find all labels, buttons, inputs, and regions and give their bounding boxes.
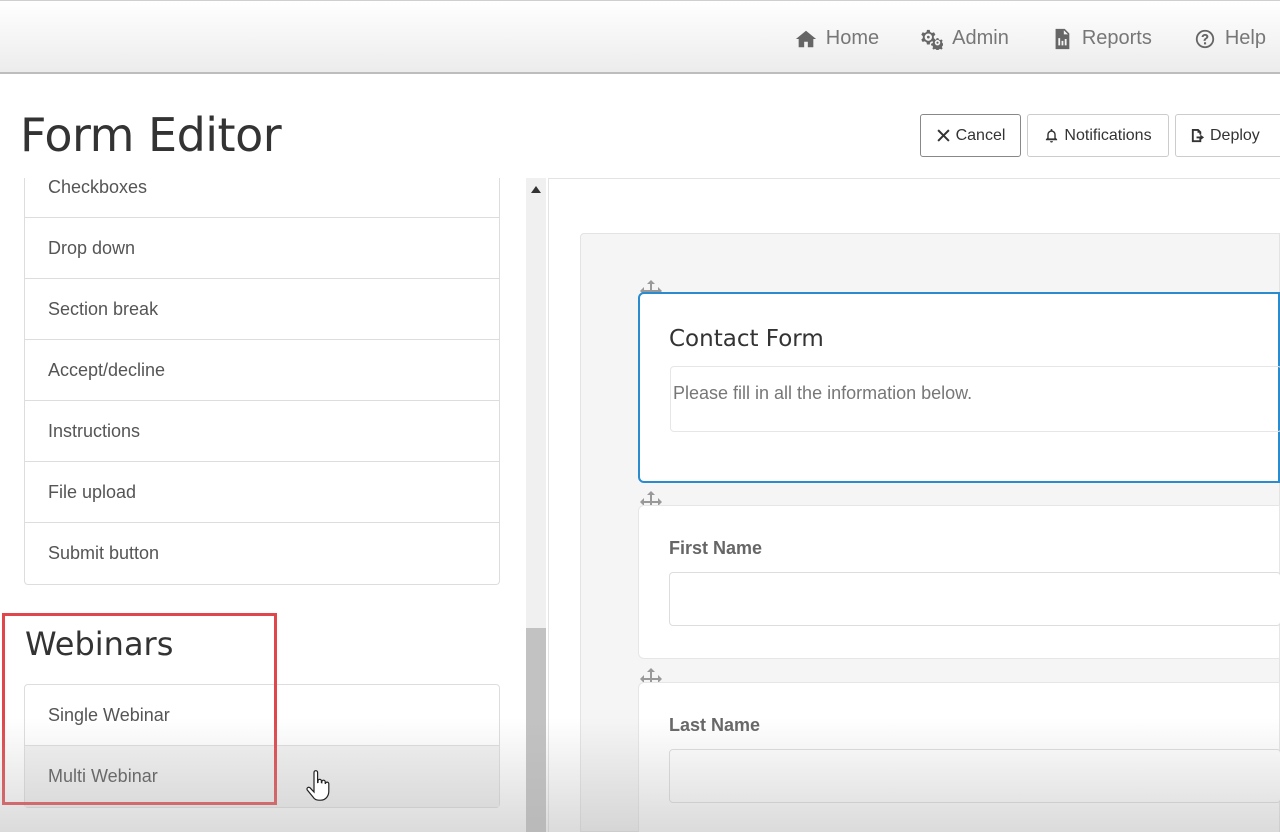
webinars-list: Single Webinar Multi Webinar xyxy=(24,684,500,808)
last-name-label: Last Name xyxy=(669,715,761,735)
nav-help-label: Help xyxy=(1224,27,1266,49)
last-name-input[interactable] xyxy=(669,749,1280,803)
last-name-field-block[interactable]: Last Name xyxy=(638,682,1280,832)
basic-fields-list: Checkboxes Drop down Section break Accep… xyxy=(24,178,500,585)
page-title: Form Editor xyxy=(20,108,282,162)
palette-item-accept-decline[interactable]: Accept/decline xyxy=(25,340,499,401)
action-toolbar: Cancel Notifications Deploy xyxy=(920,114,1280,157)
scroll-up-arrow-icon[interactable] xyxy=(531,186,541,193)
first-name-label: First Name xyxy=(669,538,763,558)
report-file-icon xyxy=(1055,28,1070,49)
nav-home[interactable]: Home xyxy=(795,27,879,50)
nav-menu: Home Admin Reports Help xyxy=(795,27,1266,50)
cancel-button[interactable]: Cancel xyxy=(920,114,1021,157)
field-palette-sidebar: Checkboxes Drop down Section break Accep… xyxy=(0,178,525,832)
hand-cursor-icon xyxy=(306,770,332,802)
nav-admin-label: Admin xyxy=(952,27,1009,49)
close-icon xyxy=(937,129,950,142)
notifications-button-label: Notifications xyxy=(1064,126,1152,144)
palette-item-multi-webinar[interactable]: Multi Webinar xyxy=(25,746,499,807)
first-name-input[interactable] xyxy=(669,572,1280,626)
cancel-button-label: Cancel xyxy=(955,126,1006,144)
form-title[interactable]: Contact Form xyxy=(669,326,824,352)
deploy-button[interactable]: Deploy xyxy=(1175,114,1280,157)
scroll-thumb[interactable] xyxy=(526,628,546,832)
nav-help[interactable]: Help xyxy=(1194,27,1266,50)
palette-item-drop-down[interactable]: Drop down xyxy=(25,218,499,279)
form-description[interactable]: Please fill in all the information below… xyxy=(670,366,1280,432)
nav-reports-label: Reports xyxy=(1081,27,1152,49)
notifications-button[interactable]: Notifications xyxy=(1027,114,1169,157)
home-icon xyxy=(795,30,816,47)
nav-home-label: Home xyxy=(825,27,880,49)
palette-item-file-upload[interactable]: File upload xyxy=(25,462,499,523)
palette-item-section-break[interactable]: Section break xyxy=(25,279,499,340)
deploy-button-label: Deploy xyxy=(1210,126,1260,144)
deploy-file-icon xyxy=(1191,128,1205,143)
nav-reports[interactable]: Reports xyxy=(1051,27,1152,50)
first-name-field-block[interactable]: First Name xyxy=(638,505,1280,659)
form-header-block[interactable]: Contact Form Please fill in all the info… xyxy=(638,292,1280,483)
webinars-heading: Webinars xyxy=(25,625,174,663)
sidebar-scrollbar[interactable] xyxy=(526,178,546,832)
palette-item-checkboxes[interactable]: Checkboxes xyxy=(25,178,499,218)
palette-item-single-webinar[interactable]: Single Webinar xyxy=(25,685,499,746)
gears-icon xyxy=(921,29,944,50)
top-navbar: Home Admin Reports Help xyxy=(0,0,1280,74)
bell-icon xyxy=(1046,128,1058,143)
nav-admin[interactable]: Admin xyxy=(921,27,1009,50)
help-circle-icon xyxy=(1195,29,1215,48)
palette-item-instructions[interactable]: Instructions xyxy=(25,401,499,462)
palette-item-submit-button[interactable]: Submit button xyxy=(25,523,499,584)
